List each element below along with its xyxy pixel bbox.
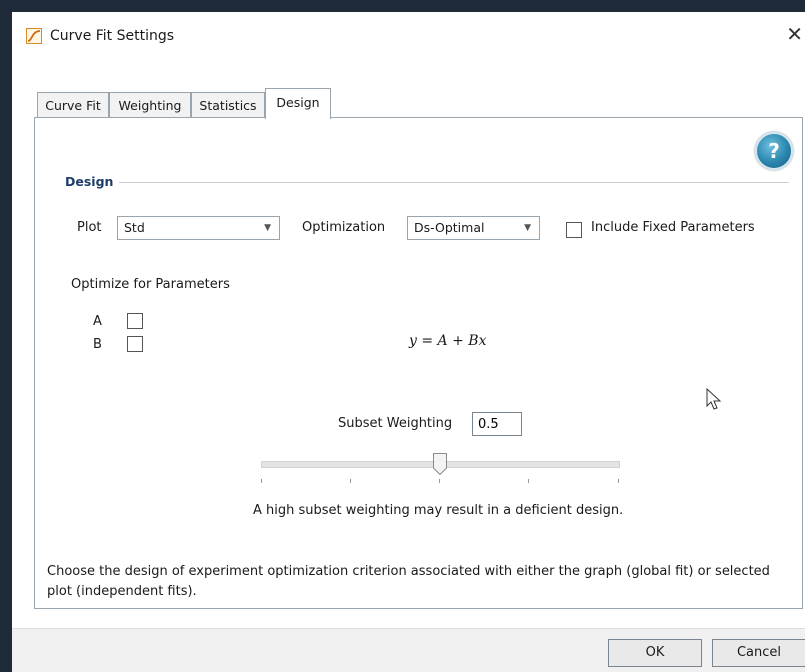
dialog-footer: OK Cancel (12, 628, 805, 672)
include-fixed-parameters-checkbox[interactable] (566, 222, 582, 238)
design-description-line1: Choose the design of experiment optimiza… (47, 564, 770, 579)
design-description-line2: plot (independent fits). (47, 584, 197, 599)
mouse-cursor-icon (706, 388, 722, 410)
slider-tick (618, 479, 619, 483)
slider-tick (261, 479, 262, 483)
tab-curve-fit[interactable]: Curve Fit (37, 92, 109, 117)
model-formula: y = A + Bx (409, 333, 487, 349)
subset-weighting-warning: A high subset weighting may result in a … (253, 503, 624, 518)
tab-weighting[interactable]: Weighting (109, 92, 191, 117)
optimize-parameters-label: Optimize for Parameters (71, 277, 230, 292)
optimization-select[interactable]: Ds-Optimal ▼ (407, 216, 540, 240)
window-title: Curve Fit Settings (50, 28, 175, 44)
subset-weighting-slider-thumb[interactable] (432, 453, 447, 475)
plot-select-value: Std (124, 220, 145, 235)
ok-button[interactable]: OK (608, 639, 702, 667)
slider-tick (350, 479, 351, 483)
section-label-design: Design (65, 174, 114, 189)
section-divider (119, 182, 789, 183)
plot-label: Plot (77, 220, 102, 235)
design-panel: ? Design Plot Std ▼ Optimization Ds-Opti… (34, 117, 803, 609)
optimization-select-value: Ds-Optimal (414, 220, 485, 235)
chevron-down-icon: ▼ (264, 223, 271, 233)
subset-weighting-input[interactable] (472, 412, 522, 436)
include-fixed-parameters-label: Include Fixed Parameters (591, 220, 755, 235)
parameter-b-checkbox[interactable] (127, 336, 143, 352)
plot-select[interactable]: Std ▼ (117, 216, 280, 240)
curve-fit-settings-dialog: Curve Fit Settings ✕ Curve Fit Weighting… (12, 12, 805, 672)
subset-weighting-label: Subset Weighting (338, 416, 453, 431)
parameter-a-checkbox[interactable] (127, 313, 143, 329)
slider-tick (439, 479, 440, 483)
help-icon[interactable]: ? (755, 132, 793, 170)
parameter-a-label: A (93, 314, 102, 329)
tab-statistics[interactable]: Statistics (191, 92, 265, 117)
close-icon[interactable]: ✕ (786, 24, 803, 44)
title-bar: Curve Fit Settings ✕ (12, 12, 805, 62)
tab-design[interactable]: Design (265, 88, 331, 119)
parameter-b-label: B (93, 337, 102, 352)
cancel-button[interactable]: Cancel (712, 639, 805, 667)
slider-tick (528, 479, 529, 483)
optimization-label: Optimization (302, 220, 386, 235)
chevron-down-icon: ▼ (524, 223, 531, 233)
curve-fit-icon (26, 28, 42, 44)
